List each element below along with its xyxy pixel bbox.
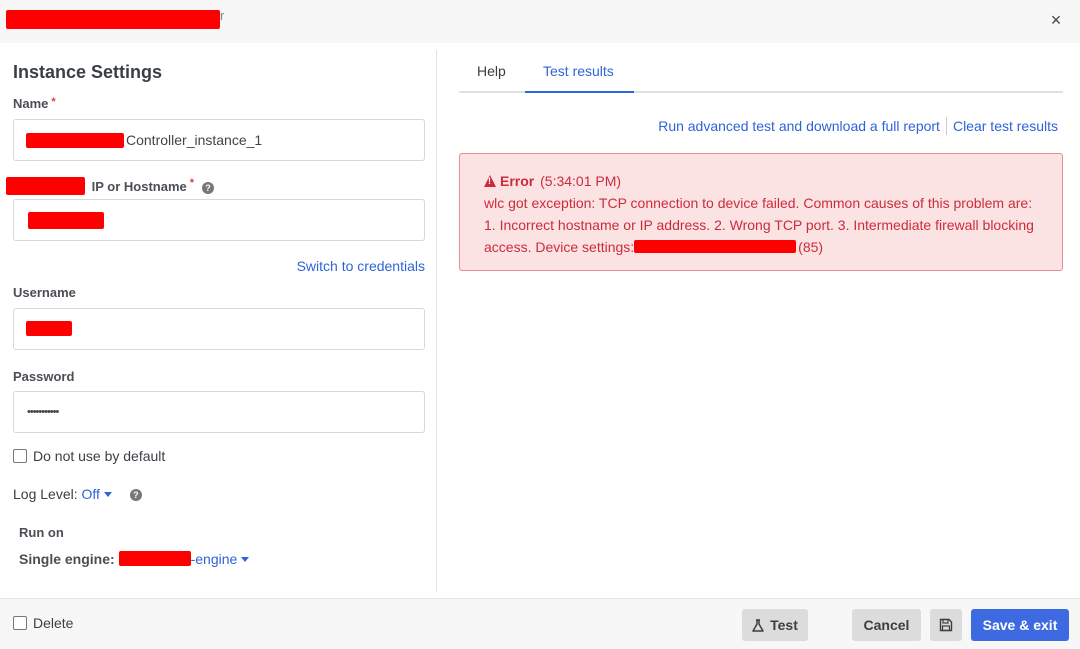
dialog-header: r × [0, 0, 1080, 43]
name-field[interactable]: Controller_instance_1 [13, 119, 425, 161]
redacted-device-settings [634, 240, 797, 253]
test-button[interactable]: Test [742, 609, 808, 641]
save-and-exit-button[interactable]: Save & exit [971, 609, 1069, 641]
tab-help[interactable]: Help [477, 63, 506, 79]
required-marker: * [189, 177, 195, 189]
log-level-row: Log Level: Off ? [13, 486, 142, 502]
error-message-block: wlc got exception: TCP connection to dev… [484, 192, 1038, 258]
username-label: Username [13, 285, 76, 300]
switch-to-credentials-link[interactable]: Switch to credentials [297, 258, 425, 274]
engine-row: Single engine: -engine [19, 551, 250, 567]
redacted-engine-name [118, 551, 191, 566]
instance-settings-panel: Instance Settings Name * Controller_insta… [0, 43, 437, 598]
chevron-down-icon [241, 557, 250, 562]
password-field[interactable]: ••••••••••• [13, 391, 425, 433]
engine-label: Single engine: [19, 551, 115, 567]
chevron-down-icon [103, 492, 112, 497]
save-icon [939, 618, 953, 632]
redacted-ip-label-prefix [6, 177, 85, 195]
run-advanced-test-link[interactable]: Run advanced test and download a full re… [658, 118, 940, 134]
log-level-label: Log Level: [13, 486, 78, 502]
error-title: Error [500, 173, 535, 189]
name-label: Name * [13, 96, 56, 111]
flask-icon [752, 619, 764, 632]
do-not-use-default-label: Do not use by default [33, 448, 166, 464]
cancel-button[interactable]: Cancel [852, 609, 921, 641]
log-level-dropdown[interactable]: Off [82, 486, 112, 502]
redacted-name-prefix [26, 133, 124, 148]
delete-checkbox[interactable] [13, 616, 27, 630]
engine-dropdown[interactable]: -engine [118, 551, 250, 567]
redacted-dialog-title [6, 10, 220, 29]
delete-row[interactable]: Delete [13, 615, 73, 631]
clear-test-results-link[interactable]: Clear test results [953, 118, 1058, 134]
panel-title: Instance Settings [13, 62, 163, 82]
dialog-title-tail: r [220, 8, 225, 23]
error-port-suffix: (85) [798, 239, 824, 255]
ip-hostname-field[interactable] [13, 199, 425, 241]
tab-bar: Help Test results [459, 43, 1063, 93]
help-icon[interactable]: ? [202, 181, 215, 194]
delete-label: Delete [33, 615, 74, 631]
results-actions: Run advanced test and download a full re… [658, 117, 1058, 135]
username-field[interactable] [13, 308, 425, 350]
panel-divider [436, 50, 437, 592]
action-separator [945, 117, 947, 135]
error-header: Error (5:34:01 PM) [484, 170, 1038, 192]
name-value: Controller_instance_1 [126, 132, 263, 148]
save-icon-button[interactable] [930, 609, 962, 641]
warning-icon [484, 175, 496, 187]
password-value: ••••••••••• [27, 406, 59, 418]
redacted-username [26, 321, 72, 336]
tab-test-results[interactable]: Test results [543, 63, 614, 79]
default-checkbox-row[interactable]: Do not use by default [13, 448, 165, 464]
password-label: Password [13, 369, 75, 384]
results-panel: Help Test results Run advanced test and … [459, 43, 1063, 598]
help-icon[interactable]: ? [129, 489, 142, 502]
dialog-footer: Delete Test Cancel Save & exit [0, 598, 1080, 649]
do-not-use-default-checkbox[interactable] [13, 449, 27, 463]
ip-hostname-label: IP or Hostname *? [6, 177, 215, 195]
run-on-label: Run on [19, 525, 64, 540]
error-time: (5:34:01 PM) [540, 173, 622, 189]
error-alert: Error (5:34:01 PM) wlc got exception: TC… [459, 153, 1063, 271]
close-button[interactable]: × [1046, 10, 1066, 30]
redacted-ip-value [28, 212, 104, 229]
close-icon[interactable]: × [1051, 10, 1062, 30]
required-marker: * [51, 96, 56, 108]
active-tab-indicator [525, 91, 634, 93]
